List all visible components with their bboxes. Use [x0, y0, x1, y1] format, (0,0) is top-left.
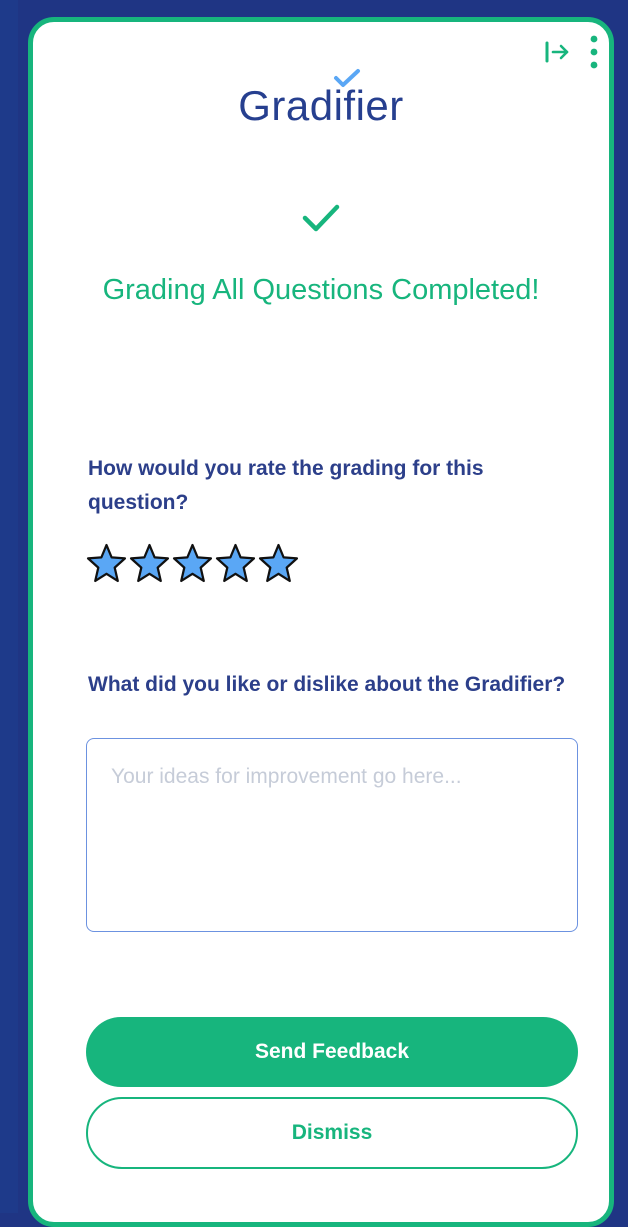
logo-text: Gradifier: [238, 82, 404, 129]
success-check-icon: [33, 202, 609, 234]
star-4-icon[interactable]: [215, 542, 256, 583]
star-3-icon[interactable]: [172, 542, 213, 583]
feedback-question: What did you like or dislike about the G…: [88, 673, 566, 696]
feedback-panel: Gradifier Grading All Questions Complete…: [28, 17, 614, 1227]
more-options-button[interactable]: [579, 32, 609, 72]
star-2-icon[interactable]: [129, 542, 170, 583]
window-edge: [0, 0, 18, 1213]
collapse-panel-button[interactable]: [535, 32, 579, 72]
send-feedback-button[interactable]: Send Feedback: [86, 1017, 578, 1087]
star-5-icon[interactable]: [258, 542, 299, 583]
dismiss-button[interactable]: Dismiss: [86, 1097, 578, 1169]
panel-header-actions: [535, 32, 609, 72]
logo-check-icon: [334, 69, 361, 87]
app-logo: Gradifier: [33, 69, 609, 130]
more-vertical-icon: [590, 35, 598, 69]
arrow-right-to-bar-icon: [545, 41, 569, 63]
rating-question: How would you rate the grading for this …: [88, 457, 484, 514]
completion-title: Grading All Questions Completed!: [102, 274, 540, 306]
star-rating: [86, 542, 299, 583]
star-1-icon[interactable]: [86, 542, 127, 583]
feedback-textarea[interactable]: [86, 738, 578, 932]
